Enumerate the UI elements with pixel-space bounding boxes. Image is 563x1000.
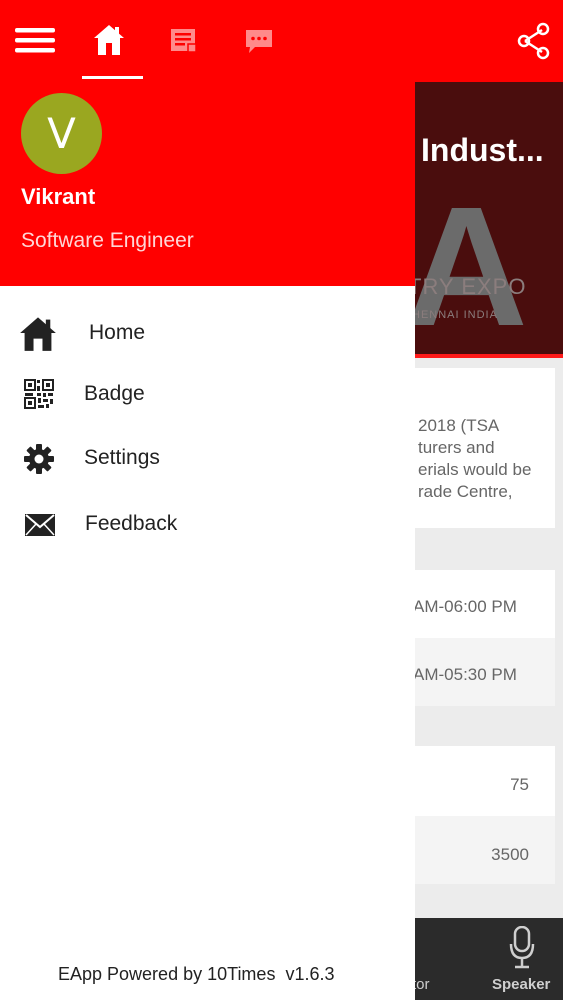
timing-text: AM-05:30 PM	[413, 665, 517, 684]
home-icon	[94, 25, 124, 55]
menu-item-label: Feedback	[85, 512, 178, 535]
timing-row: AM-06:00 PM	[400, 570, 555, 638]
share-icon	[517, 22, 550, 60]
envelope-icon	[25, 514, 55, 536]
menu-item-badge[interactable]: Badge	[0, 367, 415, 423]
banner-expo-text: TRY EXPO	[408, 274, 527, 299]
banner-city-text: HENNAI INDIA	[412, 309, 498, 321]
event-title: Indust...	[421, 132, 544, 168]
powered-by-text: EApp Powered by 10Times	[58, 964, 276, 984]
menu-item-label: Badge	[84, 382, 145, 405]
share-button[interactable]	[516, 22, 560, 66]
user-name: Vikrant	[21, 184, 96, 209]
description-line: erials would be	[418, 460, 532, 479]
avatar[interactable]: V	[21, 93, 102, 174]
event-description-card: 2018 (TSA turers and erials would be rad…	[400, 368, 555, 528]
stat-value: 3500	[491, 845, 529, 864]
description-line: rade Centre,	[418, 482, 513, 501]
description-line: 2018 (TSA	[418, 416, 500, 435]
stat-value: 75	[510, 775, 529, 794]
home-icon	[20, 317, 56, 351]
microphone-icon	[509, 926, 535, 969]
menu-item-feedback[interactable]: Feedback	[0, 497, 415, 553]
banner-logo-letter: A	[405, 172, 528, 358]
menu-item-settings[interactable]: Settings	[0, 431, 415, 487]
agenda-list-icon	[171, 29, 197, 53]
menu-item-label: Home	[89, 321, 146, 344]
user-role: Software Engineer	[21, 229, 194, 252]
stat-row: 3500	[400, 816, 555, 884]
chat-bubble-icon	[246, 30, 272, 53]
tab-home[interactable]	[91, 22, 135, 66]
top-app-bar	[0, 0, 563, 82]
qr-code-icon	[24, 379, 54, 409]
tab-chat[interactable]	[243, 24, 287, 68]
timing-row: AM-05:30 PM	[400, 638, 555, 706]
app-footer: EApp Powered by 10Times v1.6.3	[58, 964, 335, 985]
navigation-drawer: V Vikrant Software Engineer Home Badge S…	[0, 0, 415, 1000]
description-line: turers and	[418, 438, 495, 457]
menu-item-label: Settings	[84, 446, 160, 469]
app-version: v1.6.3	[285, 964, 335, 984]
active-tab-indicator	[82, 76, 143, 79]
tab-agenda[interactable]	[168, 24, 212, 68]
bottom-tab-speaker[interactable]: Speaker	[492, 976, 550, 993]
gear-icon	[24, 444, 54, 474]
menu-button[interactable]	[13, 20, 57, 64]
stat-row: 75	[400, 746, 555, 816]
menu-item-home[interactable]: Home	[0, 306, 415, 362]
timing-text: AM-06:00 PM	[413, 597, 517, 616]
hamburger-menu-icon	[15, 28, 55, 53]
